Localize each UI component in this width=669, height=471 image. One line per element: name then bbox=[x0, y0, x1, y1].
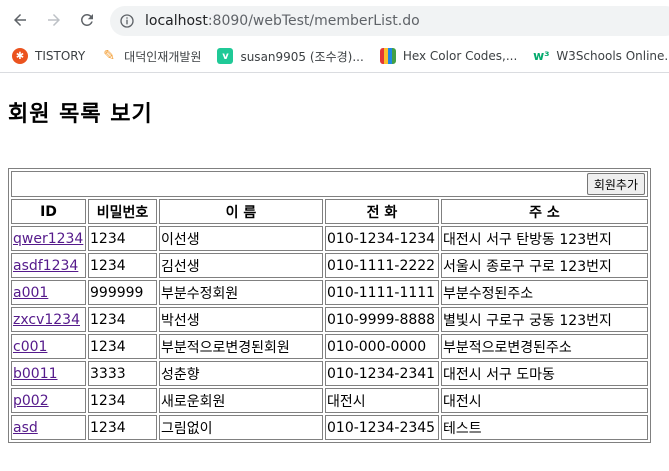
member-id-link[interactable]: asdf1234 bbox=[13, 258, 78, 274]
column-header-phone: 전 화 bbox=[325, 199, 439, 224]
address-cell: 대전시 서구 탄방동 123번지 bbox=[441, 226, 648, 251]
url-path: :8090/webTest/memberList.do bbox=[207, 13, 420, 29]
table-row: asdf1234 1234 김선생 010-1111-2222 서울시 종로구 구로 1… bbox=[11, 253, 648, 278]
header-row: ID 비밀번호 이 름 전 화 주 소 bbox=[11, 199, 648, 224]
member-id-link[interactable]: zxcv1234 bbox=[13, 312, 80, 328]
table-row: qwer1234 1234 이선생 010-1234-1234 대전시 서구 탄방동 1… bbox=[11, 226, 648, 251]
bookmark-ddit[interactable]: ✎ 대덕인재개발원 bbox=[93, 43, 209, 69]
url-host: localhost bbox=[145, 13, 208, 29]
member-id-link[interactable]: asd bbox=[13, 420, 38, 436]
table-row: c001 1234 부분적으로변경된회원 010-000-0000 부분적으로변경된주소 bbox=[11, 334, 648, 359]
column-header-address: 주 소 bbox=[441, 199, 648, 224]
bookmark-label: W3Schools Online... bbox=[556, 49, 669, 63]
name-cell: 새로운회원 bbox=[159, 388, 323, 413]
phone-cell: 대전시 bbox=[325, 388, 439, 413]
id-cell: asd bbox=[11, 415, 86, 440]
page-title: 회원 목록 보기 bbox=[8, 102, 153, 127]
password-cell: 1234 bbox=[88, 388, 157, 413]
bookmarks-bar: ✱ TISTORY ✎ 대덕인재개발원 v susan9905 (조수경)...… bbox=[0, 42, 669, 70]
tistory-icon: ✱ bbox=[12, 48, 28, 64]
id-cell: p002 bbox=[11, 388, 86, 413]
address-cell: 대전시 bbox=[441, 388, 648, 413]
add-member-button[interactable]: 회원추가 bbox=[586, 173, 645, 195]
url-text[interactable]: localhost:8090/webTest/memberList.do bbox=[145, 13, 420, 29]
address-cell: 부분수정된주소 bbox=[441, 280, 648, 305]
name-cell: 김선생 bbox=[159, 253, 323, 278]
forward-button[interactable] bbox=[42, 8, 66, 32]
address-cell: 테스트 bbox=[441, 415, 648, 440]
phone-cell: 010-1111-2222 bbox=[325, 253, 439, 278]
bookmark-label: 대덕인재개발원 bbox=[124, 49, 202, 64]
table-row: asd 1234 그림없이 010-1234-2345 테스트 bbox=[11, 415, 648, 440]
address-cell: 서울시 종로구 구로 123번지 bbox=[441, 253, 648, 278]
arrow-right-icon bbox=[48, 14, 60, 26]
bookmark-velog[interactable]: v susan9905 (조수경)... bbox=[209, 43, 371, 69]
column-header-password: 비밀번호 bbox=[88, 199, 157, 224]
member-id-link[interactable]: b0011 bbox=[13, 366, 58, 382]
name-cell: 그림없이 bbox=[159, 415, 323, 440]
id-cell: b0011 bbox=[11, 361, 86, 386]
table-row: zxcv1234 1234 박선생 010-9999-8888 별빛시 구로구 궁동 1… bbox=[11, 307, 648, 332]
velog-icon: v bbox=[217, 48, 234, 64]
column-header-name: 이 름 bbox=[159, 199, 323, 224]
bookmark-label: Hex Color Codes,... bbox=[402, 49, 518, 63]
bookmark-w3schools[interactable]: w³ W3Schools Online... bbox=[525, 43, 669, 69]
phone-cell: 010-000-0000 bbox=[325, 334, 439, 359]
table-row: a001 999999 부분수정회원 010-1111-1111 부분수정된주소 bbox=[11, 280, 648, 305]
ddit-icon: ✎ bbox=[101, 48, 118, 64]
member-id-link[interactable]: a001 bbox=[13, 285, 48, 301]
phone-cell: 010-1234-2341 bbox=[325, 361, 439, 386]
reload-icon bbox=[80, 13, 93, 26]
phone-cell: 010-1111-1111 bbox=[325, 280, 439, 305]
bookmark-label: TISTORY bbox=[35, 49, 86, 63]
phone-cell: 010-1234-2345 bbox=[325, 415, 439, 440]
toolbar-row: 회원추가 bbox=[11, 171, 648, 197]
id-cell: qwer1234 bbox=[11, 226, 86, 251]
address-cell: 부분적으로변경된주소 bbox=[441, 334, 648, 359]
password-cell: 1234 bbox=[88, 415, 157, 440]
member-id-link[interactable]: qwer1234 bbox=[13, 231, 83, 247]
password-cell: 1234 bbox=[88, 226, 157, 251]
back-button[interactable] bbox=[8, 8, 32, 32]
id-cell: c001 bbox=[11, 334, 86, 359]
password-cell: 3333 bbox=[88, 361, 157, 386]
bookmark-label: susan9905 (조수경)... bbox=[240, 49, 364, 64]
name-cell: 성춘향 bbox=[159, 361, 323, 386]
w3schools-icon: w³ bbox=[533, 48, 550, 64]
reload-button[interactable] bbox=[75, 8, 99, 32]
member-id-link[interactable]: p002 bbox=[13, 393, 49, 409]
id-cell: a001 bbox=[11, 280, 86, 305]
crayon-icon bbox=[379, 48, 396, 64]
page-content: 회원 목록 보기 회원추가 ID 비밀번호 이 름 전 화 주 소 qwer12… bbox=[0, 73, 669, 471]
phone-cell: 010-9999-8888 bbox=[325, 307, 439, 332]
password-cell: 1234 bbox=[88, 334, 157, 359]
column-header-id: ID bbox=[11, 199, 86, 224]
info-icon[interactable] bbox=[118, 12, 136, 30]
toolbar-cell: 회원추가 bbox=[11, 171, 648, 197]
table-row: b0011 3333 성춘향 010-1234-2341 대전시 서구 도마동 bbox=[11, 361, 648, 386]
address-bar[interactable]: localhost:8090/webTest/memberList.do bbox=[110, 6, 669, 36]
id-cell: zxcv1234 bbox=[11, 307, 86, 332]
member-table: 회원추가 ID 비밀번호 이 름 전 화 주 소 qwer1234 1234 이선생… bbox=[8, 168, 651, 443]
phone-cell: 010-1234-1234 bbox=[325, 226, 439, 251]
name-cell: 이선생 bbox=[159, 226, 323, 251]
browser-chrome: localhost:8090/webTest/memberList.do ✱ T… bbox=[0, 0, 669, 73]
name-cell: 박선생 bbox=[159, 307, 323, 332]
bookmark-tistory[interactable]: ✱ TISTORY bbox=[0, 43, 93, 69]
name-cell: 부분수정회원 bbox=[159, 280, 323, 305]
address-cell: 별빛시 구로구 궁동 123번지 bbox=[441, 307, 648, 332]
arrow-left-icon bbox=[14, 14, 26, 26]
address-cell: 대전시 서구 도마동 bbox=[441, 361, 648, 386]
bookmark-hex-colors[interactable]: Hex Color Codes,... bbox=[372, 43, 526, 69]
password-cell: 1234 bbox=[88, 307, 157, 332]
member-id-link[interactable]: c001 bbox=[13, 339, 47, 355]
password-cell: 999999 bbox=[88, 280, 157, 305]
table-row: p002 1234 새로운회원 대전시 대전시 bbox=[11, 388, 648, 413]
password-cell: 1234 bbox=[88, 253, 157, 278]
name-cell: 부분적으로변경된회원 bbox=[159, 334, 323, 359]
id-cell: asdf1234 bbox=[11, 253, 86, 278]
